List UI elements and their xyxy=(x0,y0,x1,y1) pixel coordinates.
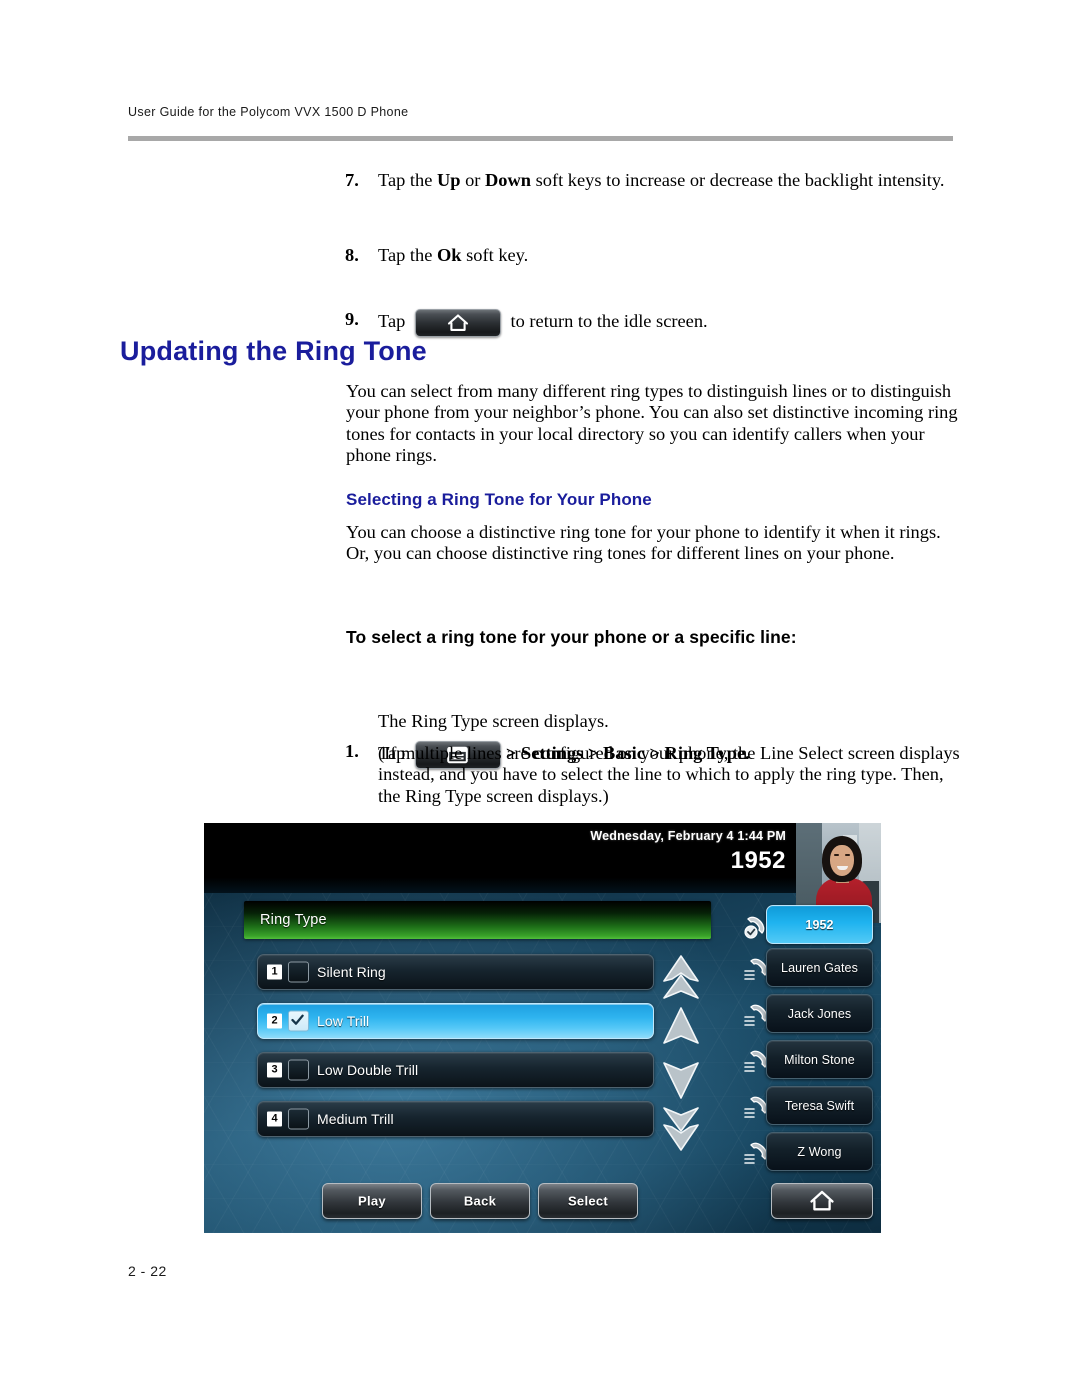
line-key[interactable]: 1952 xyxy=(766,905,873,944)
step-7: 7. Tap the Up or Down soft keys to incre… xyxy=(345,170,962,191)
checkbox-unchecked[interactable] xyxy=(288,1059,309,1081)
line-key[interactable]: Z Wong xyxy=(766,1132,873,1171)
header-divider xyxy=(128,136,953,141)
checkbox-checked[interactable] xyxy=(288,1010,309,1032)
up-icon[interactable] xyxy=(659,1005,703,1052)
line-key-group: 1952 Lauren Gates Jack Jones Milton Ston… xyxy=(744,823,881,1233)
step-7-bold-up: Up xyxy=(436,170,461,190)
step-9-number: 9. xyxy=(345,308,359,329)
list-item[interactable]: 3 Low Double Trill xyxy=(257,1052,654,1088)
list-item-index: 4 xyxy=(267,1111,282,1127)
list-item-index: 3 xyxy=(267,1062,282,1078)
screen-title-text: Ring Type xyxy=(260,912,327,928)
step-8-text: Tap the Ok soft key. xyxy=(378,245,962,266)
procedure-title-text: To select a ring tone for your phone or … xyxy=(346,627,797,647)
softkey-back[interactable]: Back xyxy=(430,1183,530,1219)
list-item-label: Silent Ring xyxy=(317,964,386,980)
softkey-select[interactable]: Select xyxy=(538,1183,638,1219)
softkey-label: Play xyxy=(358,1193,386,1209)
step-9-text-after: to return to the idle screen. xyxy=(505,310,708,331)
screen-title-bar: Ring Type xyxy=(244,901,711,939)
line-key[interactable]: Milton Stone xyxy=(766,1040,873,1079)
page-up-icon[interactable] xyxy=(659,953,703,1006)
line-key[interactable]: Lauren Gates xyxy=(766,948,873,987)
line-key[interactable]: Jack Jones xyxy=(766,994,873,1033)
step-8-text-after: soft key. xyxy=(461,245,529,266)
step-8-bold-ok: Ok xyxy=(436,245,462,266)
subsection-title: Selecting a Ring Tone for Your Phone xyxy=(346,490,962,510)
softkey-play[interactable]: Play xyxy=(322,1183,422,1219)
list-item[interactable]: 1 Silent Ring xyxy=(257,954,654,990)
line-key-label: Milton Stone xyxy=(784,1052,855,1067)
list-item-label: Medium Trill xyxy=(317,1111,394,1127)
step-8: 8. Tap the Ok soft key. xyxy=(345,245,962,266)
phone-status-bar: Wednesday, February 4 1:44 PM 1952 xyxy=(204,823,796,893)
list-item-label: Low Double Trill xyxy=(317,1062,419,1078)
step-1-note: (If multiple lines are configured on you… xyxy=(378,743,960,806)
procedure-title: To select a ring tone for your phone or … xyxy=(346,627,962,648)
down-icon[interactable] xyxy=(659,1059,703,1106)
home-icon-button[interactable] xyxy=(414,308,501,337)
page-footer: 2 - 22 xyxy=(128,1263,167,1279)
list-item-index: 1 xyxy=(267,964,282,980)
running-head-text: User Guide for the Polycom VVX 1500 D Ph… xyxy=(128,105,409,119)
step-7-text-mid: or xyxy=(460,170,486,190)
line-key-label: Jack Jones xyxy=(787,1006,852,1021)
list-item-label: Low Trill xyxy=(317,1013,370,1029)
subsection-intro: You can choose a distinctive ring tone f… xyxy=(346,522,941,564)
step-7-bold-down: Down xyxy=(485,170,532,190)
line-key[interactable]: Teresa Swift xyxy=(766,1086,873,1125)
step-8-number: 8. xyxy=(345,245,359,266)
step-1-result: The Ring Type screen displays. xyxy=(378,711,609,731)
step-7-text-before: Tap the xyxy=(378,170,437,190)
phone-screenshot: Wednesday, February 4 1:44 PM 1952 Ring … xyxy=(204,823,881,1233)
step-7-number: 7. xyxy=(345,170,359,190)
page-down-icon[interactable] xyxy=(659,1105,703,1158)
home-icon xyxy=(772,1190,872,1213)
step-9: 9. Tap to return to the idle screen. xyxy=(345,308,962,337)
running-head: User Guide for the Polycom VVX 1500 D Ph… xyxy=(128,105,958,119)
subsection-title-text: Selecting a Ring Tone for Your Phone xyxy=(346,490,652,509)
line-key-label: Z Wong xyxy=(797,1144,842,1159)
step-7-text: Tap the Up or Down soft keys to increase… xyxy=(378,170,962,191)
step-9-text-before: Tap xyxy=(378,310,410,331)
page-title: Updating the Ring Tone xyxy=(120,336,960,367)
page-title-text: Updating the Ring Tone xyxy=(120,336,427,366)
line-key-label: Teresa Swift xyxy=(784,1098,855,1113)
home-icon xyxy=(416,313,500,332)
list-item[interactable]: 4 Medium Trill xyxy=(257,1101,654,1137)
list-item[interactable]: 2 Low Trill xyxy=(257,1003,654,1039)
softkey-label: Select xyxy=(567,1193,609,1209)
line-key-label: 1952 xyxy=(805,917,834,932)
step-9-text: Tap to return to the idle screen. xyxy=(378,308,962,337)
step-7-text-after: soft keys to increase or decrease the ba… xyxy=(531,170,945,190)
section-intro: You can select from many different ring … xyxy=(346,381,958,465)
line-key-label: Lauren Gates xyxy=(781,960,858,975)
checkbox-unchecked[interactable] xyxy=(288,1108,309,1130)
softkey-label: Back xyxy=(463,1193,497,1209)
step-8-text-before: Tap the xyxy=(378,245,437,266)
list-item-index: 2 xyxy=(267,1013,282,1029)
checkbox-unchecked[interactable] xyxy=(288,961,309,983)
page-number: 2 - 22 xyxy=(128,1263,167,1279)
softkey-home[interactable] xyxy=(771,1183,873,1219)
